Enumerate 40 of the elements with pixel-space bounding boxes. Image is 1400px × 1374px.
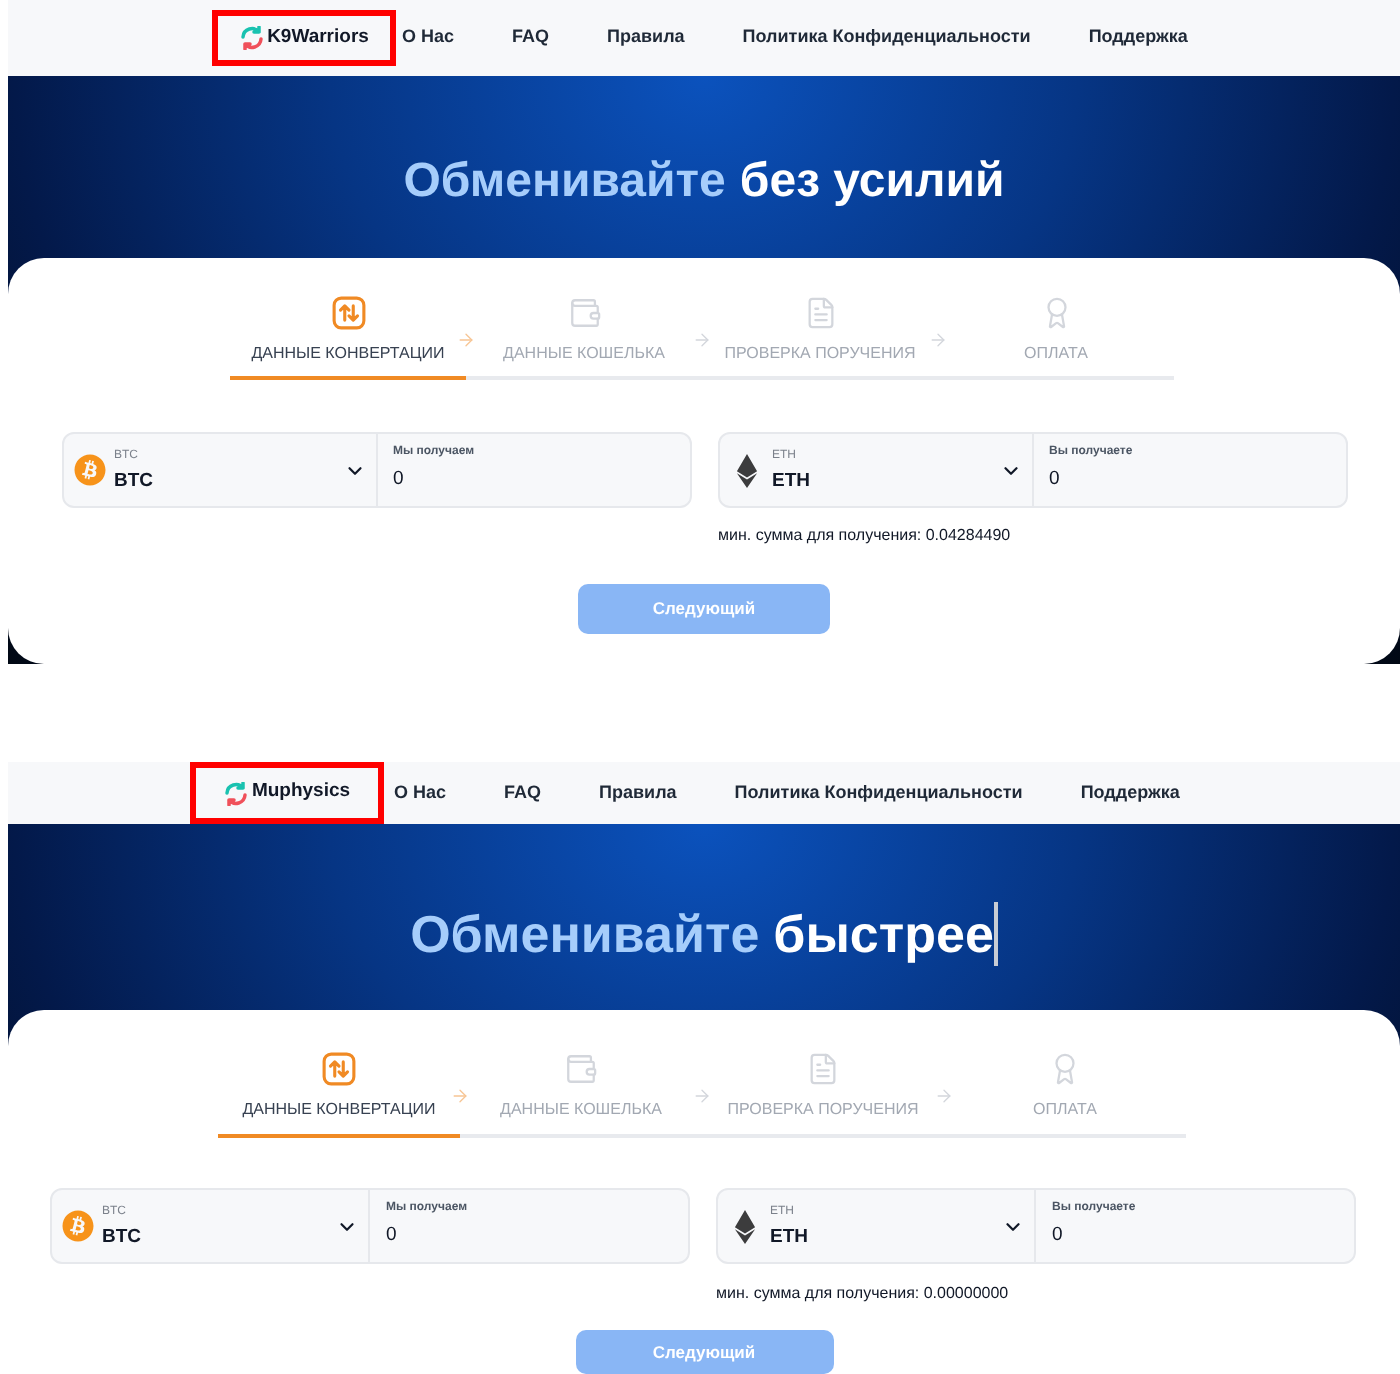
nav-link[interactable]: FAQ [504, 779, 542, 807]
currency-value: BTC [114, 470, 154, 492]
up-down-arrows-icon [322, 1052, 356, 1086]
currency-value: ETH [772, 470, 810, 492]
nav-link[interactable]: Правила [607, 24, 685, 52]
min-amount-text: мин. сумма для получения: 0.04284490 [718, 526, 1013, 546]
bitcoin-icon [62, 1210, 94, 1242]
wallet-icon [567, 296, 601, 330]
hero-title: быстрее [773, 902, 994, 966]
document-icon [806, 1052, 840, 1086]
nav-link[interactable]: Поддержка [1080, 779, 1180, 807]
nav-link[interactable]: Политика Конфиденциальности [742, 24, 1031, 52]
arrow-right-icon [456, 330, 476, 350]
nav-link[interactable]: Политика Конфиденциальности [734, 779, 1023, 807]
circular-arrows-icon [223, 781, 248, 805]
arrow-right-icon [934, 1086, 954, 1106]
hero-title-accent: Обменивайте [410, 902, 760, 966]
arrow-right-icon [450, 1086, 470, 1106]
nav-link[interactable]: Поддержка [1088, 24, 1188, 52]
step-tab[interactable]: ДАННЫЕ КОНВЕРТАЦИИ [218, 1052, 460, 1138]
up-down-arrows-icon [331, 296, 365, 330]
nav-link[interactable]: Правила [599, 779, 677, 807]
arrow-right-icon [692, 330, 712, 350]
logo-link[interactable]: K9Warriors [239, 23, 369, 53]
bitcoin-icon [74, 454, 106, 486]
logo-link[interactable]: Muphysics [223, 778, 351, 808]
wallet-icon [564, 1052, 598, 1086]
arrow-right-icon [928, 330, 948, 350]
currency-value: BTC [102, 1226, 142, 1248]
min-amount-text: мин. сумма для получения: 0.00000000 [716, 1284, 1011, 1304]
hero-title: без усилий [739, 152, 1005, 212]
nav-link[interactable]: FAQ [512, 24, 550, 52]
nav-link[interactable]: О Нас [394, 779, 447, 807]
hero-title-accent: Обменивайте [403, 152, 726, 212]
step-tab[interactable]: ДАННЫЕ КОНВЕРТАЦИИ [230, 296, 466, 380]
document-icon [803, 296, 837, 330]
arrow-right-icon [692, 1086, 712, 1106]
nav-link[interactable]: О Нас [402, 24, 455, 52]
circular-arrows-icon [239, 26, 264, 50]
currency-value: ETH [770, 1226, 808, 1248]
